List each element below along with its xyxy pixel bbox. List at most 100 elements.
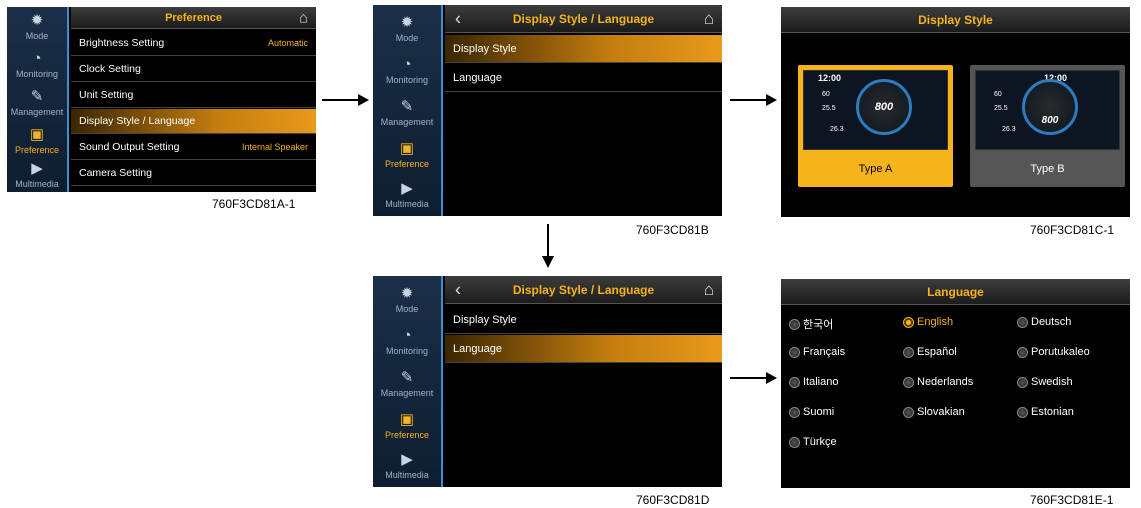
radio-icon — [789, 346, 800, 358]
radio-icon — [903, 346, 914, 358]
back-icon[interactable]: ‹ — [455, 8, 461, 29]
caption-e: 760F3CD81E-1 — [1030, 493, 1114, 507]
menu-row-sound-output[interactable]: Sound Output Setting Internal Speaker — [71, 135, 316, 160]
gauge-value: 60 — [994, 91, 1002, 98]
sidebar-item-preference[interactable]: ▣ Preference — [373, 406, 441, 446]
type-b-card[interactable]: 12:00 60 25.5 26.3 800 Type B — [970, 65, 1125, 187]
sidebar: ✹ Mode ◔ Monitoring ✎ Management ▣ Preferenc… — [373, 5, 443, 216]
arrow-right-icon — [322, 94, 369, 106]
sidebar-item-preference[interactable]: ▣ Preference — [7, 123, 67, 159]
language-option-porutukaleo[interactable]: Porutukaleo — [1017, 346, 1090, 358]
screen-display-style-language-2: ✹ Mode ◔ Monitoring ✎ Management ▣ Preferenc… — [373, 276, 722, 487]
title-bar: Display Style — [781, 7, 1130, 33]
title-bar: Language — [781, 279, 1130, 305]
sidebar-item-preference[interactable]: ▣ Preference — [373, 135, 441, 175]
arrow-down-icon — [542, 224, 554, 268]
sidebar-item-monitoring[interactable]: ◔ Monitoring — [373, 51, 441, 91]
gear-icon: ✹ — [30, 12, 44, 29]
menu-row-unit[interactable]: Unit Setting — [71, 83, 316, 108]
radio-icon — [789, 406, 800, 418]
speedometer: 800 — [856, 79, 912, 135]
radio-icon — [1017, 406, 1028, 418]
monitor-icon: ▣ — [29, 126, 45, 143]
sidebar-item-multimedia[interactable]: ▶ Multimedia — [373, 175, 441, 215]
gauge-icon: ◔ — [402, 56, 412, 73]
screen-preference: ✹ Mode ◔ Monitoring ✎ Management ▣ Preferenc… — [7, 7, 316, 192]
language-option-nederlands[interactable]: Nederlands — [903, 376, 973, 388]
monitor-icon: ▣ — [399, 140, 415, 157]
sidebar-item-mode[interactable]: ✹ Mode — [7, 9, 67, 45]
page-title: Display Style / Language — [512, 11, 655, 26]
caption-c: 760F3CD81C-1 — [1030, 223, 1115, 237]
caption-d: 760F3CD81D — [636, 493, 710, 507]
sidebar-item-monitoring[interactable]: ◔ Monitoring — [7, 47, 67, 83]
sidebar-item-multimedia[interactable]: ▶ Multimedia — [7, 157, 67, 192]
speedometer: 800 — [1022, 79, 1078, 135]
dashboard-preview-a: 12:00 60 25.5 26.3 800 — [803, 70, 948, 150]
home-icon[interactable]: ⌂ — [704, 280, 714, 300]
gauge-icon: ◔ — [32, 50, 42, 67]
radio-icon — [789, 376, 800, 388]
language-option-english[interactable]: English — [903, 316, 953, 328]
title-bar: ‹ Display Style / Language ⌂ — [445, 5, 722, 33]
gauge-value: 25.5 — [822, 105, 836, 112]
screen-language: Language 한국어 English Deutsch Français Es… — [781, 279, 1130, 488]
radio-icon — [903, 406, 914, 418]
type-a-card[interactable]: 12:00 60 25.5 26.3 800 Type A — [798, 65, 953, 187]
sidebar: ✹ Mode ◔ Monitoring ✎ Management ▣ Preferenc… — [373, 276, 443, 487]
sidebar-item-management[interactable]: ✎ Management — [373, 93, 441, 133]
sidebar-item-mode[interactable]: ✹ Mode — [373, 9, 441, 49]
sidebar-item-management[interactable]: ✎ Management — [7, 85, 67, 121]
arrow-right-icon — [730, 372, 777, 384]
page-title: Display Style — [918, 12, 993, 27]
language-option-turkce[interactable]: Türkçe — [789, 436, 837, 448]
page-title: Preference — [165, 11, 222, 24]
language-option-francais[interactable]: Français — [789, 346, 845, 358]
language-option-slovakian[interactable]: Slovakian — [903, 406, 965, 418]
home-icon[interactable]: ⌂ — [299, 9, 308, 26]
language-option-espanol[interactable]: Español — [903, 346, 957, 358]
language-option-italiano[interactable]: Italiano — [789, 376, 838, 388]
language-option-suomi[interactable]: Suomi — [789, 406, 834, 418]
menu-row-language[interactable]: Language — [445, 64, 722, 92]
monitor-icon: ▣ — [399, 411, 415, 428]
gear-icon: ✹ — [400, 285, 414, 302]
language-option-deutsch[interactable]: Deutsch — [1017, 316, 1071, 328]
gear-icon: ✹ — [400, 14, 414, 31]
gauge-value: 26.3 — [830, 126, 844, 133]
menu-row-camera[interactable]: Camera Setting — [71, 161, 316, 186]
language-option-swedish[interactable]: Swedish — [1017, 376, 1073, 388]
sidebar-item-management[interactable]: ✎ Management — [373, 364, 441, 404]
wrench-icon: ✎ — [400, 369, 414, 386]
title-bar: ‹ Display Style / Language ⌂ — [445, 276, 722, 304]
play-icon: ▶ — [31, 160, 43, 177]
title-bar: Preference ⌂ — [71, 7, 316, 29]
language-option-estonian[interactable]: Estonian — [1017, 406, 1074, 418]
play-icon: ▶ — [401, 451, 413, 468]
home-icon[interactable]: ⌂ — [704, 9, 714, 29]
content-area: Preference ⌂ Brightness Setting Automatic… — [71, 7, 316, 192]
wrench-icon: ✎ — [30, 88, 44, 105]
caption-a: 760F3CD81A-1 — [212, 197, 296, 211]
wrench-icon: ✎ — [400, 98, 414, 115]
menu-row-language[interactable]: Language — [445, 335, 722, 363]
menu-row-brightness[interactable]: Brightness Setting Automatic — [71, 31, 316, 56]
content-area: ‹ Display Style / Language ⌂ Display Sty… — [445, 5, 722, 216]
menu-row-display-style-language[interactable]: Display Style / Language — [71, 109, 316, 134]
radio-icon — [1017, 376, 1028, 388]
clock-text: 12:00 — [818, 73, 842, 83]
content-area: ‹ Display Style / Language ⌂ Display Sty… — [445, 276, 722, 487]
type-b-label: Type B — [1030, 163, 1065, 175]
menu-row-display-style[interactable]: Display Style — [445, 306, 722, 334]
gauge-icon: ◔ — [402, 327, 412, 344]
sidebar-item-monitoring[interactable]: ◔ Monitoring — [373, 322, 441, 362]
sidebar-item-multimedia[interactable]: ▶ Multimedia — [373, 446, 441, 486]
menu-row-display-style[interactable]: Display Style — [445, 35, 722, 63]
sidebar-item-mode[interactable]: ✹ Mode — [373, 280, 441, 320]
menu-row-clock[interactable]: Clock Setting — [71, 57, 316, 82]
back-icon[interactable]: ‹ — [455, 279, 461, 300]
gauge-value: 25.5 — [994, 105, 1008, 112]
dashboard-preview-b: 12:00 60 25.5 26.3 800 — [975, 70, 1120, 150]
gauge-value: 60 — [822, 91, 830, 98]
language-option-korean[interactable]: 한국어 — [789, 316, 833, 332]
